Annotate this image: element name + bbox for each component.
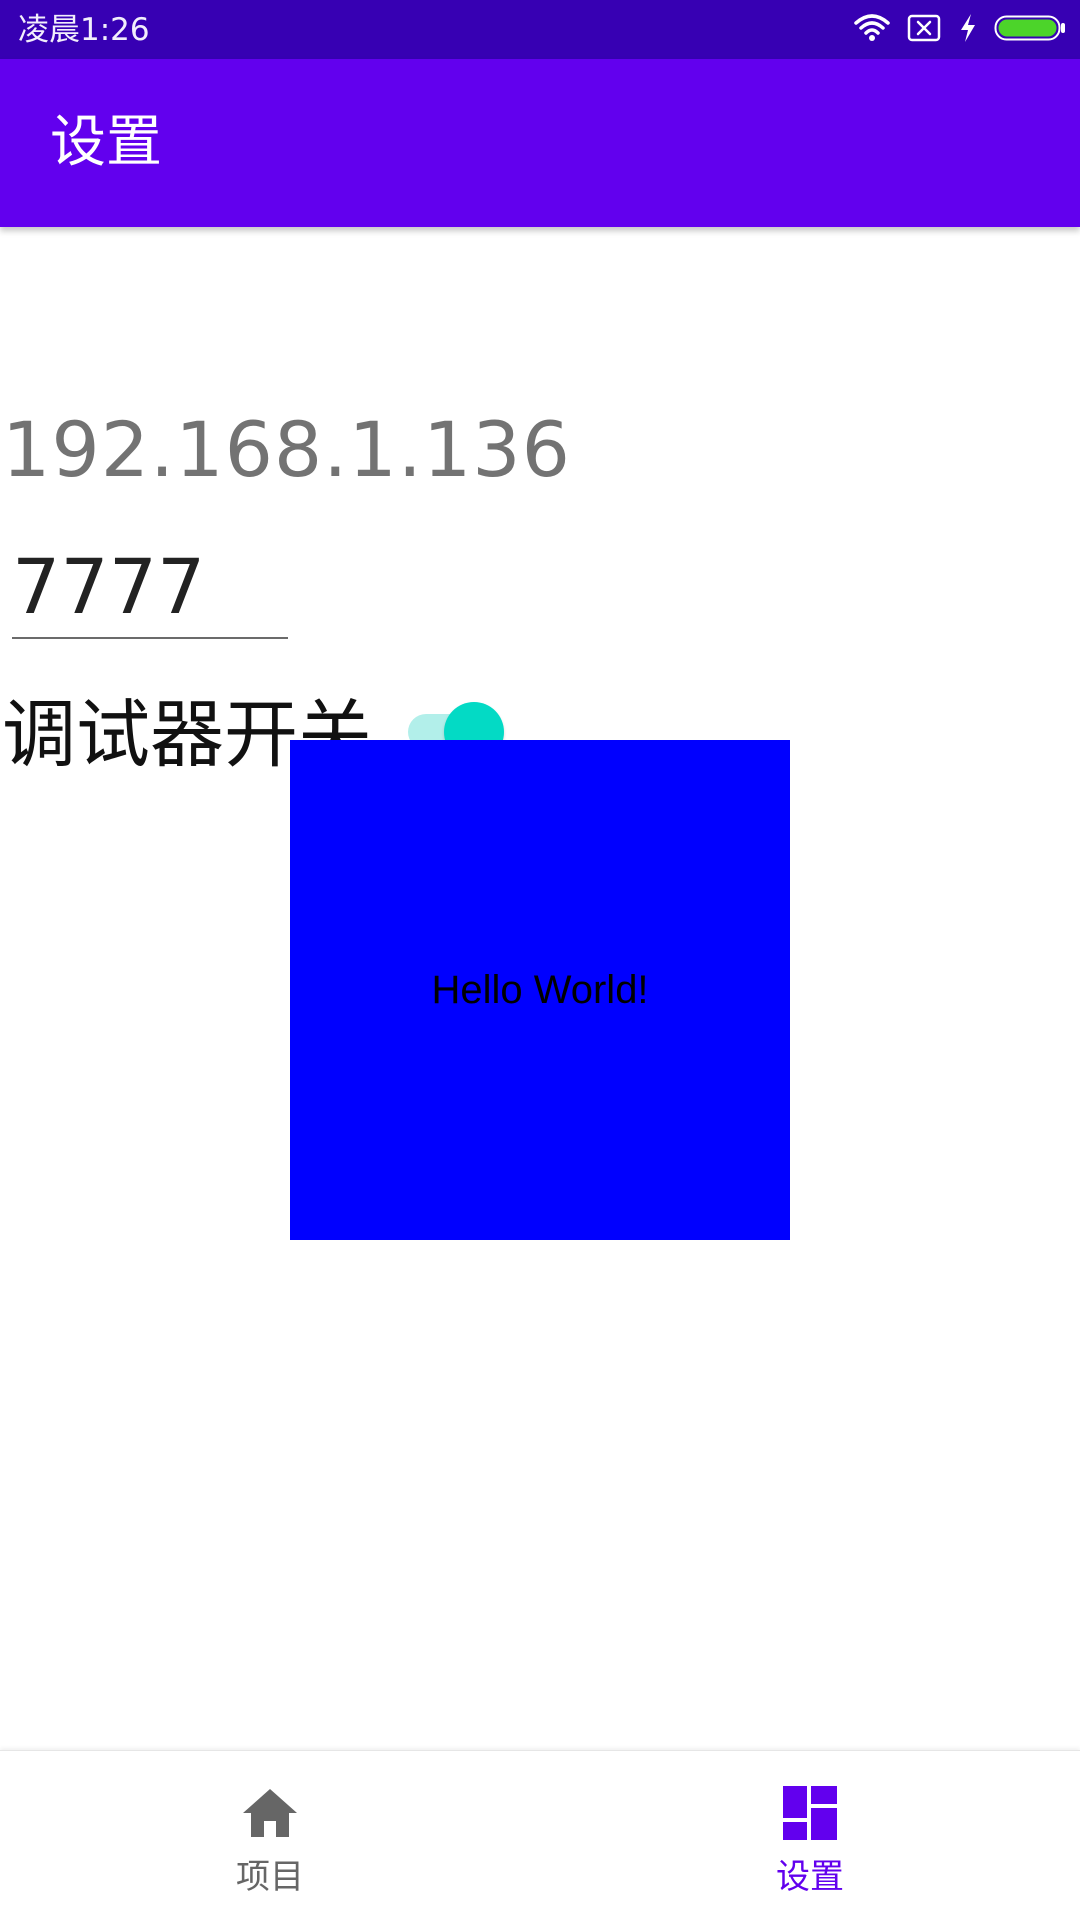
wifi-icon <box>854 13 890 47</box>
status-time: 凌晨1:26 <box>18 12 150 48</box>
hello-world-text: Hello World! <box>431 967 649 1012</box>
hello-world-box: Hello World! <box>290 740 790 1240</box>
status-icons <box>854 12 1066 48</box>
bottom-navigation: 项目 设置 <box>0 1750 1080 1921</box>
nav-label-projects: 项目 <box>236 1857 304 1897</box>
charging-bolt-icon <box>958 13 978 47</box>
battery-icon <box>994 13 1066 47</box>
page-title: 设置 <box>50 110 162 175</box>
nav-item-settings[interactable]: 设置 <box>540 1751 1080 1921</box>
sim-error-icon <box>906 13 942 47</box>
status-bar: 凌晨1:26 <box>0 0 1080 59</box>
port-input[interactable] <box>12 535 288 639</box>
app-bar: 设置 <box>0 59 1080 227</box>
ip-address-text: 192.168.1.136 <box>2 405 572 494</box>
nav-label-settings: 设置 <box>776 1857 844 1897</box>
dashboard-icon <box>780 1783 840 1843</box>
home-icon <box>240 1783 300 1843</box>
nav-item-projects[interactable]: 项目 <box>0 1751 540 1921</box>
